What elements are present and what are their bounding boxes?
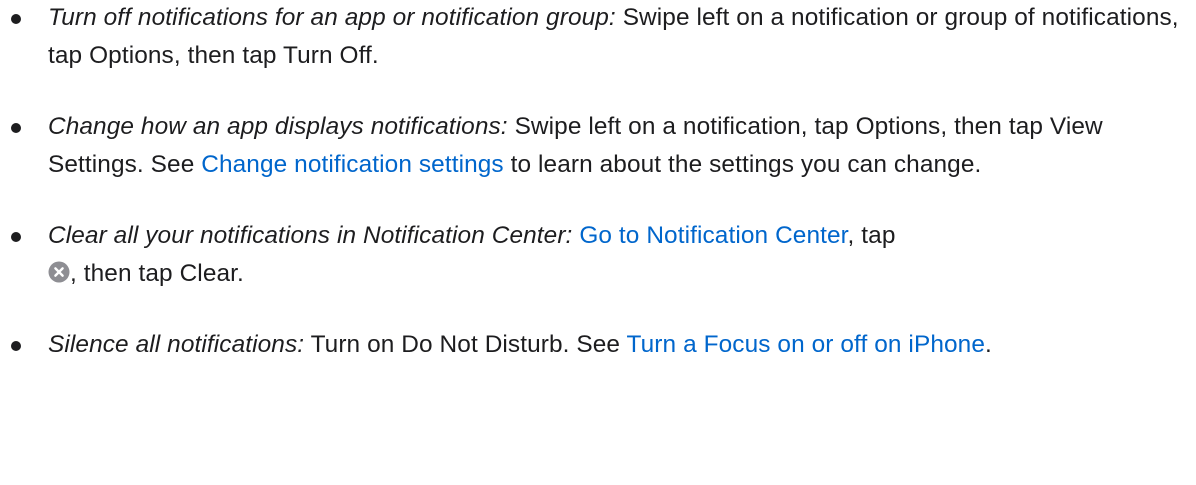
bullet-icon (11, 123, 21, 133)
item-label: Turn off notifications for an app or not… (48, 4, 616, 31)
list-item-clear-all: Clear all your notifications in Notifica… (0, 217, 1196, 293)
item-label: Change how an app displays notifications… (48, 113, 508, 140)
bullet-icon (11, 14, 21, 24)
turn-focus-on-off-link[interactable]: Turn a Focus on or off on iPhone (627, 331, 985, 358)
bullet-icon (11, 232, 21, 242)
list-item-change-display: Change how an app displays notifications… (0, 108, 1196, 184)
notification-tips-list: Turn off notifications for an app or not… (0, 0, 1196, 364)
item-label: Clear all your notifications in Notifica… (48, 222, 573, 249)
item-text: to learn about the settings you can chan… (503, 151, 982, 178)
clear-x-circle-icon (48, 261, 70, 283)
item-label: Silence all notifications: (48, 331, 305, 358)
go-to-notification-center-link[interactable]: Go to Notification Center (579, 222, 847, 249)
item-text: , tap (847, 222, 896, 249)
list-item-silence-all: Silence all notifications: Turn on Do No… (0, 326, 1196, 364)
change-notification-settings-link[interactable]: Change notification settings (201, 151, 503, 178)
item-text: , then tap Clear. (70, 260, 244, 287)
bullet-icon (11, 341, 21, 351)
item-text: . (984, 331, 992, 358)
item-text: Turn on Do Not Disturb. See (304, 331, 627, 358)
list-item-turn-off: Turn off notifications for an app or not… (0, 0, 1196, 75)
